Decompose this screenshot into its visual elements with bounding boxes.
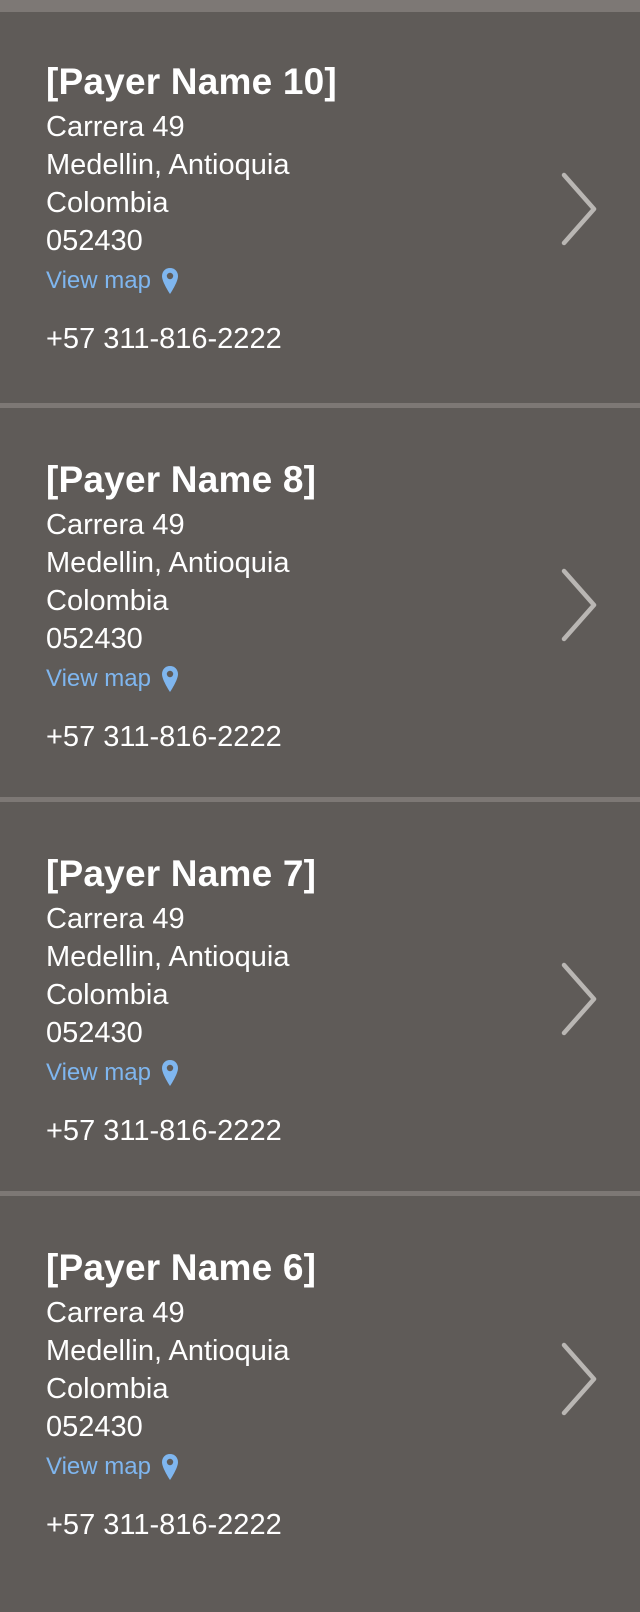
payer-name: [Payer Name 8] (46, 459, 317, 500)
payer-address: Carrera 49 Medellin, Antioquia Colombia … (46, 506, 640, 658)
address-line: 052430 (46, 1411, 143, 1443)
payer-phone: +57 311-816-2222 (46, 721, 282, 753)
map-pin-icon (161, 1454, 178, 1480)
address-line: Colombia (46, 979, 169, 1011)
payer-address: Carrera 49 Medellin, Antioquia Colombia … (46, 900, 640, 1052)
address-line: Medellin, Antioquia (46, 547, 290, 579)
payer-name: [Payer Name 7] (46, 853, 317, 894)
address-line: Colombia (46, 585, 169, 617)
address-line: Carrera 49 (46, 509, 185, 541)
address-line: Carrera 49 (46, 1297, 185, 1329)
payer-card[interactable]: [Payer Name 8] Carrera 49 Medellin, Anti… (0, 408, 640, 797)
payer-card[interactable]: [Payer Name 7] Carrera 49 Medellin, Anti… (0, 802, 640, 1191)
payer-card[interactable]: [Payer Name 6] Carrera 49 Medellin, Anti… (0, 1196, 640, 1612)
address-line: 052430 (46, 1017, 143, 1049)
chevron-right-icon[interactable] (560, 1342, 600, 1416)
address-line: Colombia (46, 187, 169, 219)
view-map-label: View map (46, 665, 151, 692)
view-map-link[interactable]: View map (46, 663, 179, 695)
payer-list: [Payer Name 10] Carrera 49 Medellin, Ant… (0, 12, 640, 1612)
address-line: Medellin, Antioquia (46, 149, 290, 181)
address-line: Colombia (46, 1373, 169, 1405)
address-line: Carrera 49 (46, 903, 185, 935)
chevron-right-icon[interactable] (560, 568, 600, 642)
chevron-right-icon[interactable] (560, 962, 600, 1036)
payer-phone: +57 311-816-2222 (46, 1509, 282, 1541)
address-line: Medellin, Antioquia (46, 1335, 290, 1367)
view-map-link[interactable]: View map (46, 265, 179, 297)
view-map-label: View map (46, 1453, 151, 1480)
chevron-right-icon[interactable] (560, 172, 600, 246)
map-pin-icon (161, 268, 178, 294)
payer-name: [Payer Name 10] (46, 61, 337, 102)
top-divider (0, 0, 640, 12)
payer-card[interactable]: [Payer Name 10] Carrera 49 Medellin, Ant… (0, 12, 640, 403)
address-line: 052430 (46, 623, 143, 655)
address-line: Carrera 49 (46, 111, 185, 143)
view-map-link[interactable]: View map (46, 1057, 179, 1089)
map-pin-icon (161, 1060, 178, 1086)
view-map-label: View map (46, 267, 151, 294)
payer-address: Carrera 49 Medellin, Antioquia Colombia … (46, 1294, 640, 1446)
payer-name: [Payer Name 6] (46, 1247, 317, 1288)
payer-phone: +57 311-816-2222 (46, 323, 282, 355)
payer-address: Carrera 49 Medellin, Antioquia Colombia … (46, 108, 640, 260)
map-pin-icon (161, 666, 178, 692)
address-line: 052430 (46, 225, 143, 257)
view-map-link[interactable]: View map (46, 1451, 179, 1483)
payer-phone: +57 311-816-2222 (46, 1115, 282, 1147)
view-map-label: View map (46, 1059, 151, 1086)
address-line: Medellin, Antioquia (46, 941, 290, 973)
